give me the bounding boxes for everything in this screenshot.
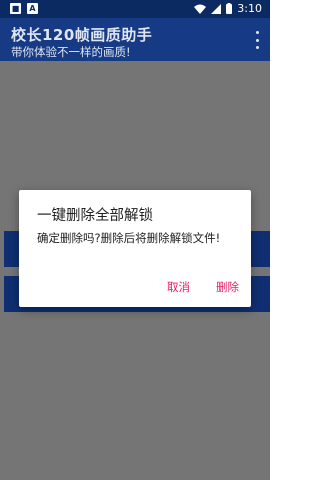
signal-icon: [211, 3, 222, 14]
notification-a-icon: A: [27, 3, 38, 14]
app-subtitle: 带你体验不一样的画质!: [11, 45, 131, 59]
app-bar: 校长120帧画质助手 带你体验不一样的画质!: [0, 18, 270, 61]
status-bar: ■ A 3:10: [0, 0, 270, 18]
battery-icon: [226, 3, 233, 14]
wifi-icon: [194, 4, 207, 14]
menu-dot: [255, 31, 259, 34]
screen: ■ A 3:10 校长120帧画质助手 带你体验不一样的画质! 一键删除全部解锁…: [0, 0, 270, 480]
app-title: 校长120帧画质助手: [11, 26, 153, 44]
notification-icon: ■: [10, 3, 21, 14]
status-time: 3:10: [237, 2, 262, 15]
dialog-message: 确定删除吗?删除后将删除解锁文件!: [37, 231, 221, 245]
dialog-title: 一键删除全部解锁: [37, 208, 153, 224]
cancel-button[interactable]: 取消: [167, 279, 190, 295]
dialog-actions: 取消 删除: [167, 279, 239, 295]
overflow-menu-icon[interactable]: [252, 31, 262, 49]
delete-button[interactable]: 删除: [216, 279, 239, 295]
confirm-dialog: 一键删除全部解锁 确定删除吗?删除后将删除解锁文件! 取消 删除: [19, 190, 251, 307]
status-right: 3:10: [194, 2, 262, 15]
status-left-icons: ■ A: [10, 3, 38, 14]
menu-dot: [255, 46, 259, 49]
menu-dot: [255, 38, 259, 42]
